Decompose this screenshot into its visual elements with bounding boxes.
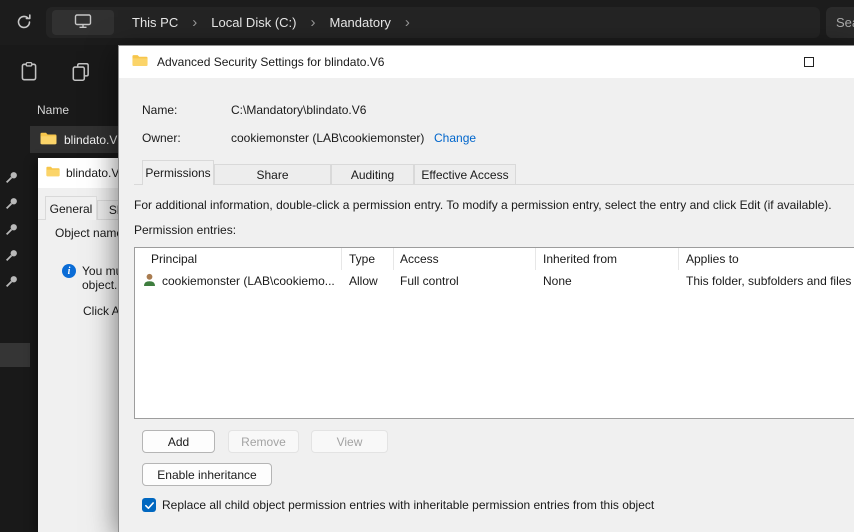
breadcrumb-this-pc[interactable]: This PC xyxy=(132,15,178,30)
chevron-right-icon: › xyxy=(404,14,410,31)
instructions-text: For additional information, double-click… xyxy=(134,198,832,212)
enable-inheritance-button[interactable]: Enable inheritance xyxy=(142,463,272,486)
file-name: blindato.V6 xyxy=(64,132,118,147)
folder-icon xyxy=(40,132,57,148)
table-row[interactable]: cookiemonster (LAB\cookiemo... Allow Ful… xyxy=(135,270,854,292)
file-row-blindato[interactable]: blindato.V6 xyxy=(30,126,118,153)
cell-type: Allow xyxy=(349,274,378,288)
breadcrumb-mandatory[interactable]: Mandatory xyxy=(329,15,390,30)
properties-window: blindato.V General Sha Object name: i Yo… xyxy=(38,158,118,532)
column-header-name[interactable]: Name xyxy=(37,103,69,117)
folder-icon xyxy=(132,54,148,70)
explorer-top-bar: This PC › Local Disk (C:) › Mandatory › … xyxy=(0,0,854,45)
replace-permissions-label[interactable]: Replace all child object permission entr… xyxy=(162,498,654,512)
column-principal[interactable]: Principal xyxy=(135,248,342,270)
view-button[interactable]: View xyxy=(311,430,388,453)
name-label: Name: xyxy=(142,103,178,117)
tab-share[interactable]: Share xyxy=(214,164,331,184)
properties-title: blindato.V xyxy=(66,166,118,180)
dialog-titlebar: Advanced Security Settings for blindato.… xyxy=(119,46,854,78)
cell-inherited-from: None xyxy=(543,274,572,288)
chevron-right-icon: › xyxy=(192,14,198,31)
tab-sharing[interactable]: Sha xyxy=(97,200,118,219)
search-text: Sea xyxy=(836,15,854,30)
permission-entries-label: Permission entries: xyxy=(134,223,237,237)
chevron-right-icon: › xyxy=(310,14,316,31)
column-type[interactable]: Type xyxy=(342,248,394,270)
table-header-row: Principal Type Access Inherited from App… xyxy=(135,248,854,270)
tab-permissions[interactable]: Permissions xyxy=(142,160,214,185)
pin-icon xyxy=(5,170,19,184)
breadcrumb: This PC › Local Disk (C:) › Mandatory › xyxy=(132,7,410,38)
pin-icon xyxy=(5,196,19,210)
info-text-line1: You mus xyxy=(82,264,118,278)
pin-icon xyxy=(5,222,19,236)
refresh-icon[interactable] xyxy=(15,13,33,31)
clipboard-icon[interactable] xyxy=(18,61,40,83)
folder-icon xyxy=(46,166,60,180)
this-pc-monitor-icon xyxy=(74,13,92,32)
pin-icon xyxy=(5,274,19,288)
info-text-line2: object. xyxy=(82,278,118,292)
change-owner-link[interactable]: Change xyxy=(434,131,476,145)
cell-access: Full control xyxy=(400,274,459,288)
advanced-security-dialog: Advanced Security Settings for blindato.… xyxy=(118,45,854,532)
nav-selected-item[interactable] xyxy=(0,343,30,367)
cell-applies-to: This folder, subfolders and files xyxy=(686,274,852,288)
add-button[interactable]: Add xyxy=(142,430,215,453)
click-text: Click Ad xyxy=(83,304,118,318)
properties-titlebar: blindato.V xyxy=(38,158,118,188)
tab-effective-access[interactable]: Effective Access xyxy=(414,164,516,184)
breadcrumb-local-disk-c[interactable]: Local Disk (C:) xyxy=(211,15,296,30)
info-icon: i xyxy=(62,264,76,278)
owner-label: Owner: xyxy=(142,131,181,145)
replace-permissions-checkbox[interactable] xyxy=(142,498,156,512)
permission-entries-table: Principal Type Access Inherited from App… xyxy=(134,247,854,419)
name-value: C:\Mandatory\blindato.V6 xyxy=(231,103,367,117)
checkmark-icon xyxy=(144,501,154,509)
location-chip[interactable] xyxy=(52,10,114,35)
pin-icon xyxy=(5,248,19,262)
maximize-icon xyxy=(804,57,814,67)
copy-icon[interactable] xyxy=(70,61,92,83)
user-avatar-icon xyxy=(142,272,157,290)
tab-strip-line xyxy=(134,184,854,185)
column-inherited-from[interactable]: Inherited from xyxy=(536,248,679,270)
tab-general[interactable]: General xyxy=(45,196,97,220)
owner-value: cookiemonster (LAB\cookiemonster) xyxy=(231,131,425,145)
tab-auditing[interactable]: Auditing xyxy=(331,164,414,184)
cell-principal: cookiemonster (LAB\cookiemo... xyxy=(162,274,335,288)
column-access[interactable]: Access xyxy=(394,248,536,270)
remove-button[interactable]: Remove xyxy=(228,430,299,453)
maximize-button[interactable] xyxy=(785,46,833,78)
object-name-label: Object name: xyxy=(55,226,118,240)
dialog-title: Advanced Security Settings for blindato.… xyxy=(157,55,385,69)
search-box[interactable]: Sea xyxy=(826,7,854,38)
column-applies-to[interactable]: Applies to xyxy=(679,248,854,270)
